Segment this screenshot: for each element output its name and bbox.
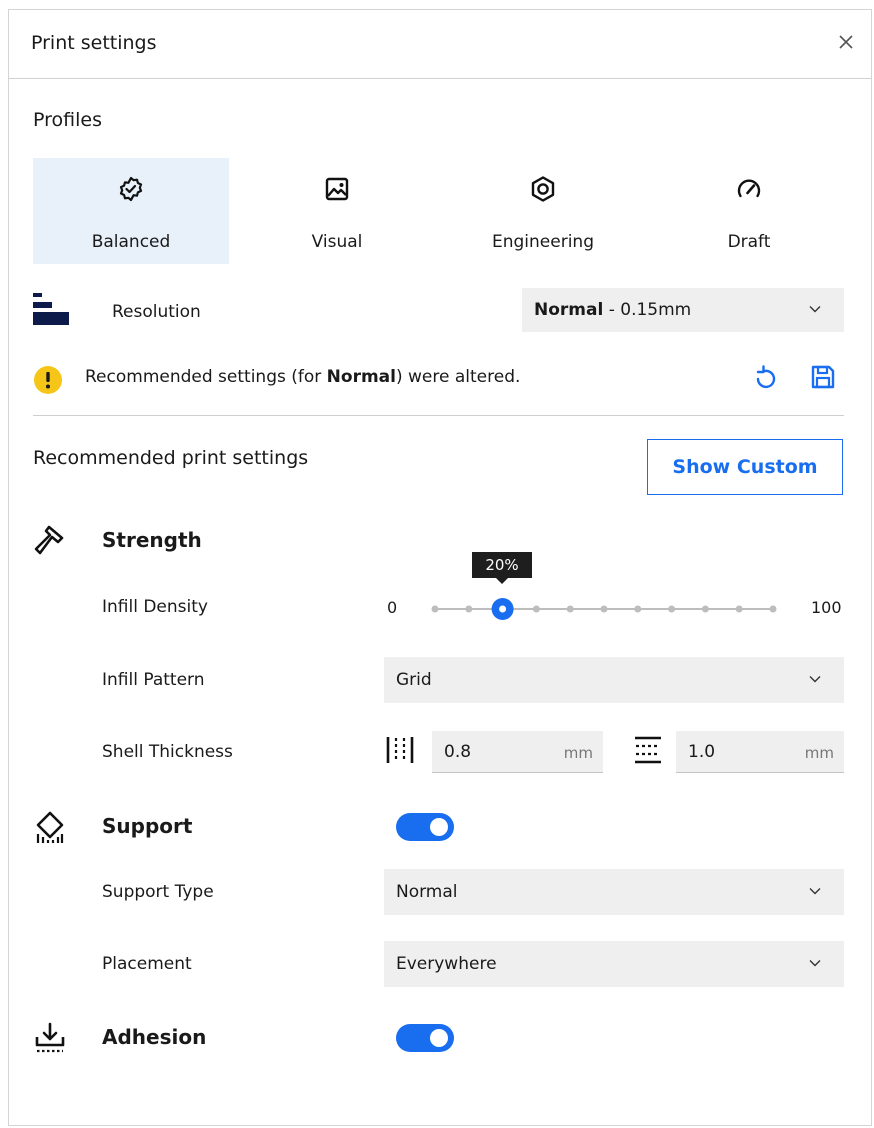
slider-tick xyxy=(566,605,574,613)
profile-label: Engineering xyxy=(492,232,594,252)
close-icon[interactable] xyxy=(835,31,857,53)
infill-pattern-value: Grid xyxy=(396,670,432,690)
section-divider xyxy=(33,415,844,416)
slider-tick xyxy=(465,605,473,613)
support-icon xyxy=(36,811,64,843)
toggle-knob xyxy=(430,1029,448,1047)
infill-density-label: Infill Density xyxy=(102,597,208,617)
slider-tick xyxy=(668,605,676,613)
profile-draft[interactable]: Draft xyxy=(651,158,847,264)
chevron-down-icon xyxy=(809,960,821,967)
infill-pattern-label: Infill Pattern xyxy=(102,670,205,690)
profile-label: Balanced xyxy=(91,232,171,252)
slider-max-label: 100 xyxy=(811,598,842,617)
wall-thickness-value: 0.8 xyxy=(444,742,472,762)
panel-title: Print settings xyxy=(31,32,157,54)
slider-tick xyxy=(634,605,642,613)
resolution-quality: Normal xyxy=(534,300,604,320)
slider-tick xyxy=(769,605,777,613)
wall-thickness-icon xyxy=(386,737,414,763)
adhesion-toggle[interactable] xyxy=(396,1024,454,1052)
wall-thickness-unit: mm xyxy=(563,744,593,762)
infill-pattern-dropdown[interactable]: Grid xyxy=(384,657,844,703)
wall-thickness-input[interactable]: 0.8 mm xyxy=(432,731,603,773)
chevron-down-icon xyxy=(809,306,821,313)
profile-visual[interactable]: Visual xyxy=(239,158,435,264)
slider-tooltip: 20% xyxy=(472,552,532,578)
reset-icon[interactable] xyxy=(753,363,779,393)
placement-value: Everywhere xyxy=(396,954,497,974)
slider-tick xyxy=(735,605,743,613)
placement-dropdown[interactable]: Everywhere xyxy=(384,941,844,987)
show-custom-button[interactable]: Show Custom xyxy=(647,439,843,495)
top-bottom-thickness-icon xyxy=(635,736,661,764)
infill-density-slider[interactable] xyxy=(427,596,781,622)
layer-bars-icon xyxy=(33,293,69,325)
top-bottom-thickness-unit: mm xyxy=(804,744,834,762)
chevron-down-icon xyxy=(809,888,821,895)
support-type-dropdown[interactable]: Normal xyxy=(384,869,844,915)
top-bottom-thickness-value: 1.0 xyxy=(688,742,716,762)
placement-label: Placement xyxy=(102,954,192,974)
strength-title: Strength xyxy=(102,528,202,552)
support-title: Support xyxy=(102,814,193,838)
adhesion-icon xyxy=(35,1022,65,1053)
hammer-icon xyxy=(34,525,64,555)
profiles-label: Profiles xyxy=(33,109,102,131)
panel-header: Print settings xyxy=(9,10,871,79)
image-icon xyxy=(325,177,349,201)
slider-handle-center xyxy=(499,605,507,613)
adhesion-title: Adhesion xyxy=(102,1025,207,1049)
resolution-layer-height: - 0.15mm xyxy=(603,300,692,320)
save-icon[interactable] xyxy=(809,363,837,391)
support-toggle[interactable] xyxy=(396,813,454,841)
toggle-knob xyxy=(430,818,448,836)
profile-balanced[interactable]: Balanced xyxy=(33,158,229,264)
slider-tick xyxy=(701,605,709,613)
slider-tick xyxy=(600,605,608,613)
support-type-value: Normal xyxy=(396,882,458,902)
warning-message: Recommended settings (for Normal) were a… xyxy=(85,367,521,387)
profile-selector: Balanced Visual Engineering Draft xyxy=(33,158,853,264)
profile-engineering[interactable]: Engineering xyxy=(445,158,641,264)
profile-label: Draft xyxy=(727,232,771,252)
tooltip-arrow xyxy=(496,578,508,584)
shell-thickness-label: Shell Thickness xyxy=(102,742,233,762)
slider-min-label: 0 xyxy=(387,598,398,617)
exclamation-icon xyxy=(34,366,62,394)
gauge-icon xyxy=(737,179,761,198)
top-bottom-thickness-input[interactable]: 1.0 mm xyxy=(676,731,844,773)
slider-tick xyxy=(431,605,439,613)
profile-label: Visual xyxy=(311,232,363,252)
resolution-label: Resolution xyxy=(112,302,201,322)
slider-tick xyxy=(532,605,540,613)
gear-check-icon xyxy=(119,176,143,202)
support-type-label: Support Type xyxy=(102,882,214,902)
print-settings-panel: Print settings Profiles Balanced Visual xyxy=(8,9,872,1126)
resolution-dropdown[interactable]: Normal - 0.15mm xyxy=(522,288,844,332)
recommended-title: Recommended print settings xyxy=(33,447,309,469)
hex-nut-icon xyxy=(531,176,555,202)
chevron-down-icon xyxy=(809,676,821,683)
